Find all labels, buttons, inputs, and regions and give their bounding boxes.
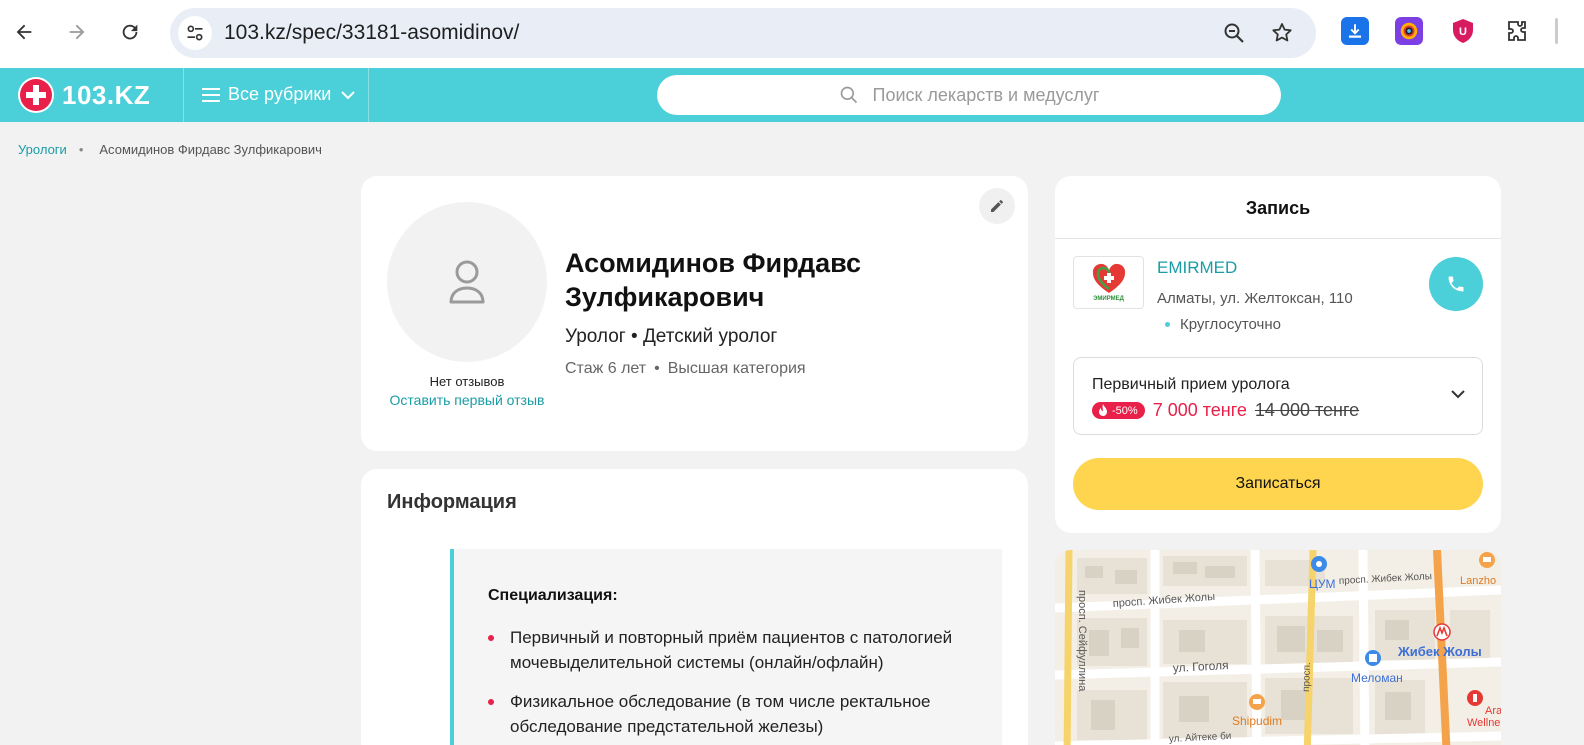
browser-toolbar: 103.kz/spec/33181-asomidinov/ U	[0, 0, 1584, 68]
specialization-box: Специализация: Первичный и повторный при…	[450, 549, 1002, 745]
back-icon[interactable]	[6, 14, 42, 50]
heart-logo-icon	[1092, 263, 1125, 293]
specialization-list: Первичный и повторный приём пациентов с …	[488, 625, 988, 745]
no-reviews-text: Нет отзывов	[429, 374, 505, 389]
header-divider	[183, 68, 184, 122]
search-icon	[840, 86, 857, 104]
breadcrumb-separator: •	[78, 142, 84, 157]
svg-text:U: U	[1459, 26, 1467, 38]
forward-icon[interactable]	[59, 14, 95, 50]
zoom-icon[interactable]	[1221, 20, 1247, 46]
reload-icon[interactable]	[112, 14, 148, 50]
poi-meloman	[1365, 650, 1381, 666]
price-row: -50% 7 000 тенге 14 000 тенге	[1092, 400, 1359, 421]
breadcrumb-link-urologists[interactable]: Урологи	[18, 142, 67, 157]
chevron-down-icon	[1451, 390, 1465, 399]
booking-title: Запись	[1245, 198, 1311, 218]
doctor-meta: Стаж 6 лет • Высшая категория	[565, 360, 806, 378]
doctor-specialty: Уролог • Детский уролог	[565, 326, 778, 347]
toolbar-edge	[1555, 18, 1558, 44]
cross-logo-icon	[18, 77, 54, 113]
clinic-logo-text: ЭМИРМЕД	[1093, 296, 1124, 302]
clinic-name-link[interactable]: EMIRMED	[1157, 258, 1237, 278]
map-label: ЦУМ	[1309, 577, 1336, 591]
bookmark-star-icon[interactable]	[1269, 20, 1295, 46]
status-dot	[1165, 322, 1170, 327]
category-text: Высшая категория	[667, 360, 806, 377]
map-label: Wellne	[1467, 717, 1500, 729]
information-card: Информация Специализация: Первичный и по…	[361, 469, 1028, 745]
map-label: просп. Сейфуллина	[1076, 590, 1088, 692]
map-label: ул. Гоголя	[1172, 658, 1228, 675]
discount-text: -50%	[1112, 404, 1138, 417]
map-label: Меломан	[1351, 671, 1403, 685]
edit-button[interactable]	[979, 188, 1015, 224]
search-placeholder: Поиск лекарств и медуслуг	[872, 84, 1100, 105]
poi-tsum	[1311, 556, 1327, 572]
header-divider	[368, 68, 369, 122]
all-rubrics-menu[interactable]: Все рубрики	[202, 84, 356, 105]
reviews-block: Нет отзывов Оставить первый отзыв	[387, 373, 547, 409]
info-title: Информация	[387, 491, 517, 513]
breadcrumb-current: Асомидинов Фирдавс Зулфикарович	[99, 142, 322, 157]
map-label: Ara	[1485, 705, 1501, 717]
poi-lanzhou	[1479, 552, 1495, 568]
discount-badge: -50%	[1092, 402, 1145, 419]
pencil-icon	[991, 200, 1003, 212]
clinic-hours-text: Круглосуточно	[1180, 316, 1281, 333]
site-settings-icon[interactable]	[178, 16, 212, 50]
service-name: Первичный прием уролога	[1092, 376, 1290, 393]
clinic-logo[interactable]: ЭМИРМЕД	[1073, 256, 1144, 309]
avatar	[387, 202, 547, 362]
phone-icon	[1448, 276, 1464, 292]
list-item: Физикальное обследование (в том числе ре…	[488, 689, 988, 739]
list-item: Первичный и повторный приём пациентов с …	[488, 625, 988, 675]
chevron-down-icon	[341, 90, 356, 99]
leave-review-link[interactable]: Оставить первый отзыв	[387, 391, 547, 409]
map-label: Lanzho	[1460, 575, 1496, 587]
download-icon[interactable]	[1341, 17, 1369, 45]
clinic-map[interactable]: просп. Жибек Жолы просп. Жибек Жолы ЦУМ …	[1055, 550, 1501, 745]
price-old: 14 000 тенге	[1254, 400, 1360, 420]
fire-icon	[1099, 404, 1107, 416]
ublock-shield-icon[interactable]: U	[1449, 17, 1477, 45]
map-label: Жибек Жолы	[1397, 644, 1482, 659]
breadcrumb: Урологи • Асомидинов Фирдавс Зулфикарови…	[18, 142, 322, 157]
meta-separator: •	[654, 360, 660, 377]
book-appointment-button[interactable]: Записаться	[1073, 458, 1483, 510]
site-logo[interactable]: 103.KZ	[18, 77, 150, 113]
logo-text: 103.KZ	[62, 79, 151, 110]
price-new: 7 000 тенге	[1152, 400, 1247, 420]
poi-shipudim	[1249, 694, 1265, 710]
camera-extension-icon[interactable]	[1395, 17, 1423, 45]
clinic-hours: Круглосуточно	[1165, 316, 1281, 333]
poi-wellness	[1467, 690, 1483, 706]
user-placeholder-icon	[449, 260, 485, 304]
extensions-puzzle-icon[interactable]	[1503, 17, 1531, 45]
specialization-title: Специализация:	[488, 587, 618, 604]
doctor-name: Асомидинов Фирдавс Зулфикарович	[565, 248, 862, 312]
map-label: Shipudim	[1232, 714, 1282, 728]
map-label: просп.	[1301, 662, 1313, 692]
map-canvas: просп. Жибек Жолы просп. Жибек Жолы ЦУМ …	[1055, 550, 1501, 745]
search-input[interactable]: Поиск лекарств и медуслуг	[657, 75, 1281, 115]
divider	[1055, 238, 1501, 239]
experience-text: Стаж 6 лет	[565, 360, 647, 377]
menu-icon	[202, 87, 220, 102]
address-bar[interactable]: 103.kz/spec/33181-asomidinov/	[170, 8, 1316, 58]
booking-card: Запись ЭМИРМЕД EMIRMED Алматы, ул. Желто…	[1055, 176, 1501, 533]
site-header: 103.KZ Все рубрики Поиск лекарств и меду…	[0, 68, 1584, 122]
metro-icon	[1433, 623, 1451, 641]
call-button[interactable]	[1429, 257, 1483, 311]
doctor-profile-card: Нет отзывов Оставить первый отзыв Асомид…	[361, 176, 1028, 451]
service-select[interactable]: Первичный прием уролога -50% 7 000 тенге…	[1073, 357, 1483, 435]
clinic-address: Алматы, ул. Желтоксан, 110	[1157, 290, 1353, 307]
url-text: 103.kz/spec/33181-asomidinov/	[224, 21, 520, 44]
rubrics-label: Все рубрики	[228, 84, 332, 104]
